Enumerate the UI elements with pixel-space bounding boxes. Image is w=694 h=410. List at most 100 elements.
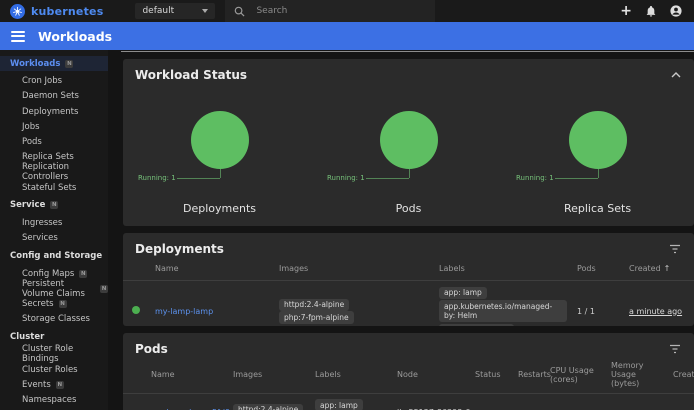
- sidebar-item-ingresses[interactable]: Ingresses: [0, 215, 108, 230]
- legend-leader-line: [409, 169, 410, 178]
- search-box[interactable]: [225, 0, 435, 22]
- sidebar-item-service: ServiceN: [0, 198, 108, 213]
- image-chip: php:7-fpm-alpine: [279, 311, 354, 323]
- workload-chart-replica-sets: Running: 1Replica Sets: [503, 85, 692, 221]
- deployments-table-header: Name Images Labels Pods Created↑: [123, 259, 694, 281]
- workload-status-header: Workload Status: [123, 59, 694, 85]
- sidebar-item-services[interactable]: Services: [0, 231, 108, 246]
- sidebar-item-persistent-volume-claims[interactable]: Persistent Volume Claims N: [0, 281, 108, 296]
- sidebar-nav: WorkloadsNCron JobsDaemon SetsDeployment…: [0, 50, 108, 410]
- kubernetes-logo-icon[interactable]: [10, 4, 25, 19]
- sidebar-item-label: Cluster: [10, 332, 44, 342]
- sidebar-item-workloads[interactable]: Workloads N: [0, 56, 108, 71]
- created-cell: a minute ago: [615, 307, 694, 316]
- column-header-pods[interactable]: Pods: [567, 264, 615, 273]
- chevron-down-icon: [202, 9, 208, 13]
- sidebar-item-label: Workloads: [10, 59, 60, 69]
- sidebar-item-label: Secrets: [22, 299, 54, 309]
- sidebar-item-cluster-role-bindings[interactable]: Cluster Role Bindings: [0, 347, 108, 362]
- collapse-chevron-up-icon[interactable]: [671, 72, 681, 78]
- legend-leader-line: [177, 178, 220, 179]
- sidebar-item-namespaces[interactable]: Namespaces: [0, 392, 108, 407]
- pods-header: Pods: [123, 333, 694, 359]
- column-header-images[interactable]: Images: [231, 370, 311, 379]
- namespaced-badge-icon: N: [65, 60, 73, 68]
- filter-icon[interactable]: [669, 244, 681, 254]
- deployments-table-body: my-lamp-lamp httpd:2.4-alpinephp:7-fpm-al…: [123, 281, 694, 326]
- legend-leader-line: [220, 169, 221, 178]
- sort-ascending-icon: ↑: [664, 264, 671, 273]
- search-input[interactable]: [254, 5, 426, 17]
- column-header-label: Status: [475, 370, 501, 379]
- sidebar-item-label: Replica Sets: [22, 152, 74, 162]
- label-chip: app.kubernetes.io/managed-by: Helm: [439, 300, 567, 322]
- column-header-label: Created: [629, 264, 661, 273]
- column-header-labels[interactable]: Labels: [427, 264, 567, 273]
- account-user-icon[interactable]: [670, 5, 682, 17]
- search-icon: [234, 6, 245, 17]
- deployments-header: Deployments: [123, 233, 694, 259]
- sidebar-item-label: Ingresses: [22, 218, 62, 228]
- show-all-link[interactable]: Show all: [524, 325, 557, 326]
- sidebar-item-label: Persistent Volume Claims: [22, 279, 95, 299]
- create-resource-button[interactable]: +: [620, 4, 632, 18]
- column-header-restarts[interactable]: Restarts: [513, 370, 547, 379]
- filter-icon[interactable]: [669, 344, 681, 354]
- column-header-labels[interactable]: Labels: [311, 370, 393, 379]
- sidebar-item-label: Replication Controllers: [22, 162, 108, 182]
- main-content: Workload Status Running: 1 Deployments Run…: [108, 50, 694, 410]
- column-header-status[interactable]: Status: [475, 370, 513, 379]
- chart-legend-label: Running: 1: [138, 174, 176, 182]
- column-header-created[interactable]: Created↑: [665, 370, 694, 379]
- deployment-name-link[interactable]: my-lamp-lamp: [155, 307, 213, 316]
- sidebar-item-jobs[interactable]: Jobs: [0, 119, 108, 134]
- sidebar-item-label: Cluster Roles: [22, 365, 78, 375]
- app-bar: Workloads: [0, 22, 694, 50]
- column-header-label: Node: [397, 370, 418, 379]
- sidebar-item-label: Storage Classes: [22, 314, 90, 324]
- column-header-label: Memory Usage (bytes): [611, 361, 644, 388]
- sidebar-item-deployments[interactable]: Deployments: [0, 104, 108, 119]
- notifications-bell-icon[interactable]: [646, 6, 656, 17]
- top-actions: +: [620, 4, 684, 18]
- column-header-name[interactable]: Name: [147, 264, 267, 273]
- column-header-label: Labels: [439, 264, 465, 273]
- column-header-label: Pods: [577, 264, 596, 273]
- column-header-created[interactable]: Created↑: [615, 264, 694, 273]
- sidebar-item-pods[interactable]: Pods: [0, 134, 108, 149]
- created-time-link[interactable]: a minute ago: [629, 307, 682, 316]
- namespaced-badge-icon: N: [100, 285, 108, 293]
- chart-title: Pods: [314, 202, 503, 215]
- pods-table-body: my-lamp-lamp-5fd985cf68-jwvz4httpd:2.4-a…: [123, 394, 694, 410]
- pods-title: Pods: [135, 342, 168, 356]
- sidebar-item-events[interactable]: EventsN: [0, 377, 108, 392]
- sidebar-item-cron-jobs[interactable]: Cron Jobs: [0, 74, 108, 89]
- column-header-name[interactable]: Name: [147, 370, 231, 379]
- menu-hamburger-icon[interactable]: [11, 31, 25, 42]
- column-header-label: Labels: [315, 370, 341, 379]
- column-header-cpu-usage-cores[interactable]: CPU Usage (cores): [547, 366, 609, 384]
- sidebar-item-config-and-storage: Config and Storage: [0, 248, 108, 263]
- sidebar-item-label: Cron Jobs: [22, 76, 62, 86]
- label-line: app: lamp: [315, 399, 393, 410]
- image-line: httpd:2.4-alpine: [233, 404, 311, 410]
- sidebar-item-daemon-sets[interactable]: Daemon Sets: [0, 89, 108, 104]
- image-chip: httpd:2.4-alpine: [279, 299, 349, 311]
- column-header-memory-usage-bytes[interactable]: Memory Usage (bytes): [609, 361, 665, 389]
- deployments-card: Deployments Name Images Labels Pods Created↑…: [123, 233, 694, 326]
- image-chip: httpd:2.4-alpine: [233, 404, 303, 410]
- label-line: app.kubernetes.io/managed-by: Helm: [439, 300, 567, 322]
- sidebar-item-replication-controllers[interactable]: Replication Controllers: [0, 165, 108, 180]
- chart-legend-label: Running: 1: [327, 174, 365, 182]
- column-header-label: Name: [151, 370, 175, 379]
- sidebar-item-storage-classes[interactable]: Storage Classes: [0, 312, 108, 327]
- deployment-row: my-lamp-lamp httpd:2.4-alpinephp:7-fpm-al…: [123, 281, 694, 326]
- workload-chart-pods: Running: 1 Pods: [314, 85, 503, 221]
- sidebar-item-label: Namespaces: [22, 395, 76, 405]
- legend-leader-line: [555, 178, 598, 179]
- namespace-selector[interactable]: default: [135, 3, 215, 19]
- column-header-label: Created: [673, 370, 694, 379]
- column-header-node[interactable]: Node: [393, 370, 475, 379]
- column-header-images[interactable]: Images: [267, 264, 427, 273]
- column-header-label: Name: [155, 264, 179, 273]
